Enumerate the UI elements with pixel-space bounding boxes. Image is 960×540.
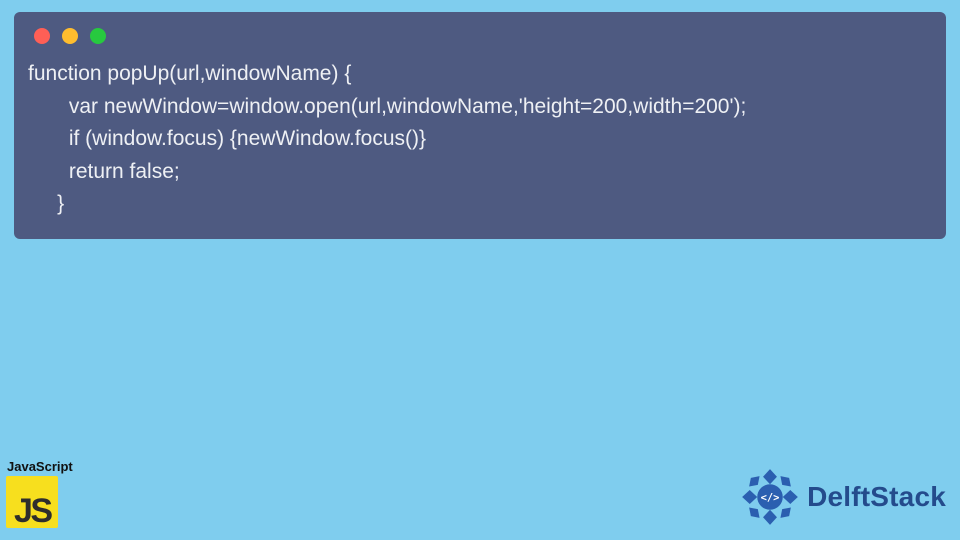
brand-watermark: </> DelftStack <box>741 468 946 526</box>
code-block: function popUp(url,windowName) { var new… <box>14 12 946 239</box>
code-content: function popUp(url,windowName) { var new… <box>14 54 946 221</box>
javascript-logo-icon: J S <box>6 476 58 528</box>
delftstack-logo-icon: </> <box>741 468 799 526</box>
code-line: var newWindow=window.open(url,windowName… <box>28 95 746 118</box>
minimize-icon <box>62 28 78 44</box>
code-line: function popUp(url,windowName) { <box>28 62 351 85</box>
brand-name: DelftStack <box>807 481 946 513</box>
language-badge: JavaScript J S <box>6 459 73 528</box>
code-line: return false; <box>28 160 180 183</box>
window-controls <box>14 12 946 54</box>
logo-letter-s: S <box>30 492 53 531</box>
maximize-icon <box>90 28 106 44</box>
close-icon <box>34 28 50 44</box>
code-line: } <box>28 192 64 215</box>
svg-text:</>: </> <box>761 492 780 504</box>
code-line: if (window.focus) {newWindow.focus()} <box>28 127 426 150</box>
language-label: JavaScript <box>7 459 73 474</box>
